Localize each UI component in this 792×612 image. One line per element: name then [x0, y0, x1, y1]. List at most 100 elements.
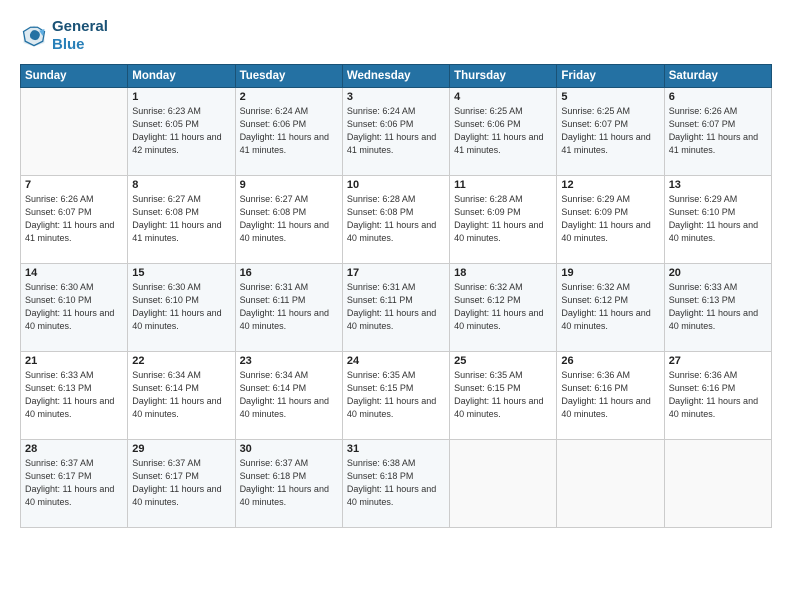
- day-number: 9: [240, 179, 338, 191]
- day-number: 3: [347, 91, 445, 103]
- day-number: 13: [669, 179, 767, 191]
- calendar-cell: 19 Sunrise: 6:32 AMSunset: 6:12 PMDayligh…: [557, 264, 664, 352]
- day-info: Sunrise: 6:26 AMSunset: 6:07 PMDaylight:…: [25, 193, 123, 245]
- day-info: Sunrise: 6:23 AMSunset: 6:05 PMDaylight:…: [132, 105, 230, 157]
- calendar-cell: 28Sunrise: 6:37 AMSunset: 6:17 PMDayligh…: [21, 440, 128, 528]
- day-number: 27: [669, 355, 767, 367]
- day-info: Sunrise: 6:28 AMSunset: 6:08 PMDaylight:…: [347, 193, 445, 245]
- calendar-cell: 3 Sunrise: 6:24 AMSunset: 6:06 PMDaylight…: [342, 88, 449, 176]
- calendar-cell: 13Sunrise: 6:29 AMSunset: 6:10 PMDayligh…: [664, 176, 771, 264]
- day-info: Sunrise: 6:35 AMSunset: 6:15 PMDaylight:…: [454, 369, 552, 421]
- weekday-header-thursday: Thursday: [450, 65, 557, 88]
- day-info: Sunrise: 6:27 AMSunset: 6:08 PMDaylight:…: [132, 193, 230, 245]
- weekday-header-monday: Monday: [128, 65, 235, 88]
- day-number: 15: [132, 267, 230, 279]
- calendar-cell: 9 Sunrise: 6:27 AMSunset: 6:08 PMDaylight…: [235, 176, 342, 264]
- logo-text: General Blue: [52, 18, 108, 54]
- calendar-cell: 7 Sunrise: 6:26 AMSunset: 6:07 PMDaylight…: [21, 176, 128, 264]
- day-number: 6: [669, 91, 767, 103]
- logo-icon: [20, 22, 48, 50]
- day-info: Sunrise: 6:24 AMSunset: 6:06 PMDaylight:…: [240, 105, 338, 157]
- calendar-cell: 31 Sunrise: 6:38 AMSunset: 6:18 PMDayligh…: [342, 440, 449, 528]
- day-number: 30: [240, 443, 338, 455]
- day-info: Sunrise: 6:31 AMSunset: 6:11 PMDaylight:…: [347, 281, 445, 333]
- day-number: 25: [454, 355, 552, 367]
- calendar-cell: 30 Sunrise: 6:37 AMSunset: 6:18 PMDayligh…: [235, 440, 342, 528]
- logo: General Blue: [20, 18, 108, 54]
- calendar-cell: 1 Sunrise: 6:23 AMSunset: 6:05 PMDaylight…: [128, 88, 235, 176]
- day-number: 19: [561, 267, 659, 279]
- day-info: Sunrise: 6:38 AMSunset: 6:18 PMDaylight:…: [347, 457, 445, 509]
- day-info: Sunrise: 6:32 AMSunset: 6:12 PMDaylight:…: [454, 281, 552, 333]
- day-number: 11: [454, 179, 552, 191]
- weekday-header-sunday: Sunday: [21, 65, 128, 88]
- day-number: 12: [561, 179, 659, 191]
- calendar-cell: [450, 440, 557, 528]
- weekday-header-wednesday: Wednesday: [342, 65, 449, 88]
- calendar-cell: 4 Sunrise: 6:25 AMSunset: 6:06 PMDaylight…: [450, 88, 557, 176]
- calendar-cell: 12 Sunrise: 6:29 AMSunset: 6:09 PMDayligh…: [557, 176, 664, 264]
- calendar-cell: 2 Sunrise: 6:24 AMSunset: 6:06 PMDaylight…: [235, 88, 342, 176]
- calendar-week-2: 7 Sunrise: 6:26 AMSunset: 6:07 PMDaylight…: [21, 176, 772, 264]
- calendar-cell: 11 Sunrise: 6:28 AMSunset: 6:09 PMDayligh…: [450, 176, 557, 264]
- calendar-cell: 10 Sunrise: 6:28 AMSunset: 6:08 PMDayligh…: [342, 176, 449, 264]
- calendar-cell: 27 Sunrise: 6:36 AMSunset: 6:16 PMDayligh…: [664, 352, 771, 440]
- day-info: Sunrise: 6:29 AMSunset: 6:09 PMDaylight:…: [561, 193, 659, 245]
- day-number: 4: [454, 91, 552, 103]
- day-number: 14: [25, 267, 123, 279]
- calendar-cell: 17Sunrise: 6:31 AMSunset: 6:11 PMDayligh…: [342, 264, 449, 352]
- day-info: Sunrise: 6:30 AMSunset: 6:10 PMDaylight:…: [132, 281, 230, 333]
- calendar-cell: 8 Sunrise: 6:27 AMSunset: 6:08 PMDaylight…: [128, 176, 235, 264]
- day-number: 5: [561, 91, 659, 103]
- calendar-cell: 29 Sunrise: 6:37 AMSunset: 6:17 PMDayligh…: [128, 440, 235, 528]
- day-number: 26: [561, 355, 659, 367]
- day-info: Sunrise: 6:36 AMSunset: 6:16 PMDaylight:…: [669, 369, 767, 421]
- calendar-week-3: 14 Sunrise: 6:30 AMSunset: 6:10 PMDayligh…: [21, 264, 772, 352]
- calendar-body: 1 Sunrise: 6:23 AMSunset: 6:05 PMDaylight…: [21, 88, 772, 528]
- day-number: 31: [347, 443, 445, 455]
- day-info: Sunrise: 6:34 AMSunset: 6:14 PMDaylight:…: [132, 369, 230, 421]
- day-number: 18: [454, 267, 552, 279]
- day-info: Sunrise: 6:26 AMSunset: 6:07 PMDaylight:…: [669, 105, 767, 157]
- day-number: 29: [132, 443, 230, 455]
- day-number: 1: [132, 91, 230, 103]
- page-header: General Blue: [20, 18, 772, 54]
- weekday-header-row: SundayMondayTuesdayWednesdayThursdayFrid…: [21, 65, 772, 88]
- day-info: Sunrise: 6:30 AMSunset: 6:10 PMDaylight:…: [25, 281, 123, 333]
- day-info: Sunrise: 6:37 AMSunset: 6:17 PMDaylight:…: [132, 457, 230, 509]
- day-info: Sunrise: 6:24 AMSunset: 6:06 PMDaylight:…: [347, 105, 445, 157]
- day-number: 16: [240, 267, 338, 279]
- calendar-cell: 21Sunrise: 6:33 AMSunset: 6:13 PMDayligh…: [21, 352, 128, 440]
- day-number: 24: [347, 355, 445, 367]
- day-info: Sunrise: 6:31 AMSunset: 6:11 PMDaylight:…: [240, 281, 338, 333]
- calendar-cell: 26Sunrise: 6:36 AMSunset: 6:16 PMDayligh…: [557, 352, 664, 440]
- calendar-cell: [557, 440, 664, 528]
- day-info: Sunrise: 6:32 AMSunset: 6:12 PMDaylight:…: [561, 281, 659, 333]
- calendar-cell: 16 Sunrise: 6:31 AMSunset: 6:11 PMDayligh…: [235, 264, 342, 352]
- calendar-cell: [664, 440, 771, 528]
- calendar-cell: 5Sunrise: 6:25 AMSunset: 6:07 PMDaylight…: [557, 88, 664, 176]
- calendar-week-5: 28Sunrise: 6:37 AMSunset: 6:17 PMDayligh…: [21, 440, 772, 528]
- weekday-header-tuesday: Tuesday: [235, 65, 342, 88]
- day-number: 20: [669, 267, 767, 279]
- calendar-cell: 20 Sunrise: 6:33 AMSunset: 6:13 PMDayligh…: [664, 264, 771, 352]
- day-info: Sunrise: 6:27 AMSunset: 6:08 PMDaylight:…: [240, 193, 338, 245]
- calendar-cell: 6 Sunrise: 6:26 AMSunset: 6:07 PMDaylight…: [664, 88, 771, 176]
- day-info: Sunrise: 6:33 AMSunset: 6:13 PMDaylight:…: [669, 281, 767, 333]
- weekday-header-friday: Friday: [557, 65, 664, 88]
- day-info: Sunrise: 6:37 AMSunset: 6:17 PMDaylight:…: [25, 457, 123, 509]
- day-info: Sunrise: 6:28 AMSunset: 6:09 PMDaylight:…: [454, 193, 552, 245]
- calendar-page: General Blue SundayMondayTuesdayWednesda…: [0, 0, 792, 612]
- day-number: 8: [132, 179, 230, 191]
- day-number: 7: [25, 179, 123, 191]
- day-info: Sunrise: 6:33 AMSunset: 6:13 PMDaylight:…: [25, 369, 123, 421]
- day-info: Sunrise: 6:34 AMSunset: 6:14 PMDaylight:…: [240, 369, 338, 421]
- calendar-table: SundayMondayTuesdayWednesdayThursdayFrid…: [20, 64, 772, 528]
- calendar-cell: 24Sunrise: 6:35 AMSunset: 6:15 PMDayligh…: [342, 352, 449, 440]
- calendar-cell: 22Sunrise: 6:34 AMSunset: 6:14 PMDayligh…: [128, 352, 235, 440]
- day-number: 2: [240, 91, 338, 103]
- day-number: 10: [347, 179, 445, 191]
- calendar-cell: 23Sunrise: 6:34 AMSunset: 6:14 PMDayligh…: [235, 352, 342, 440]
- day-info: Sunrise: 6:37 AMSunset: 6:18 PMDaylight:…: [240, 457, 338, 509]
- day-info: Sunrise: 6:25 AMSunset: 6:06 PMDaylight:…: [454, 105, 552, 157]
